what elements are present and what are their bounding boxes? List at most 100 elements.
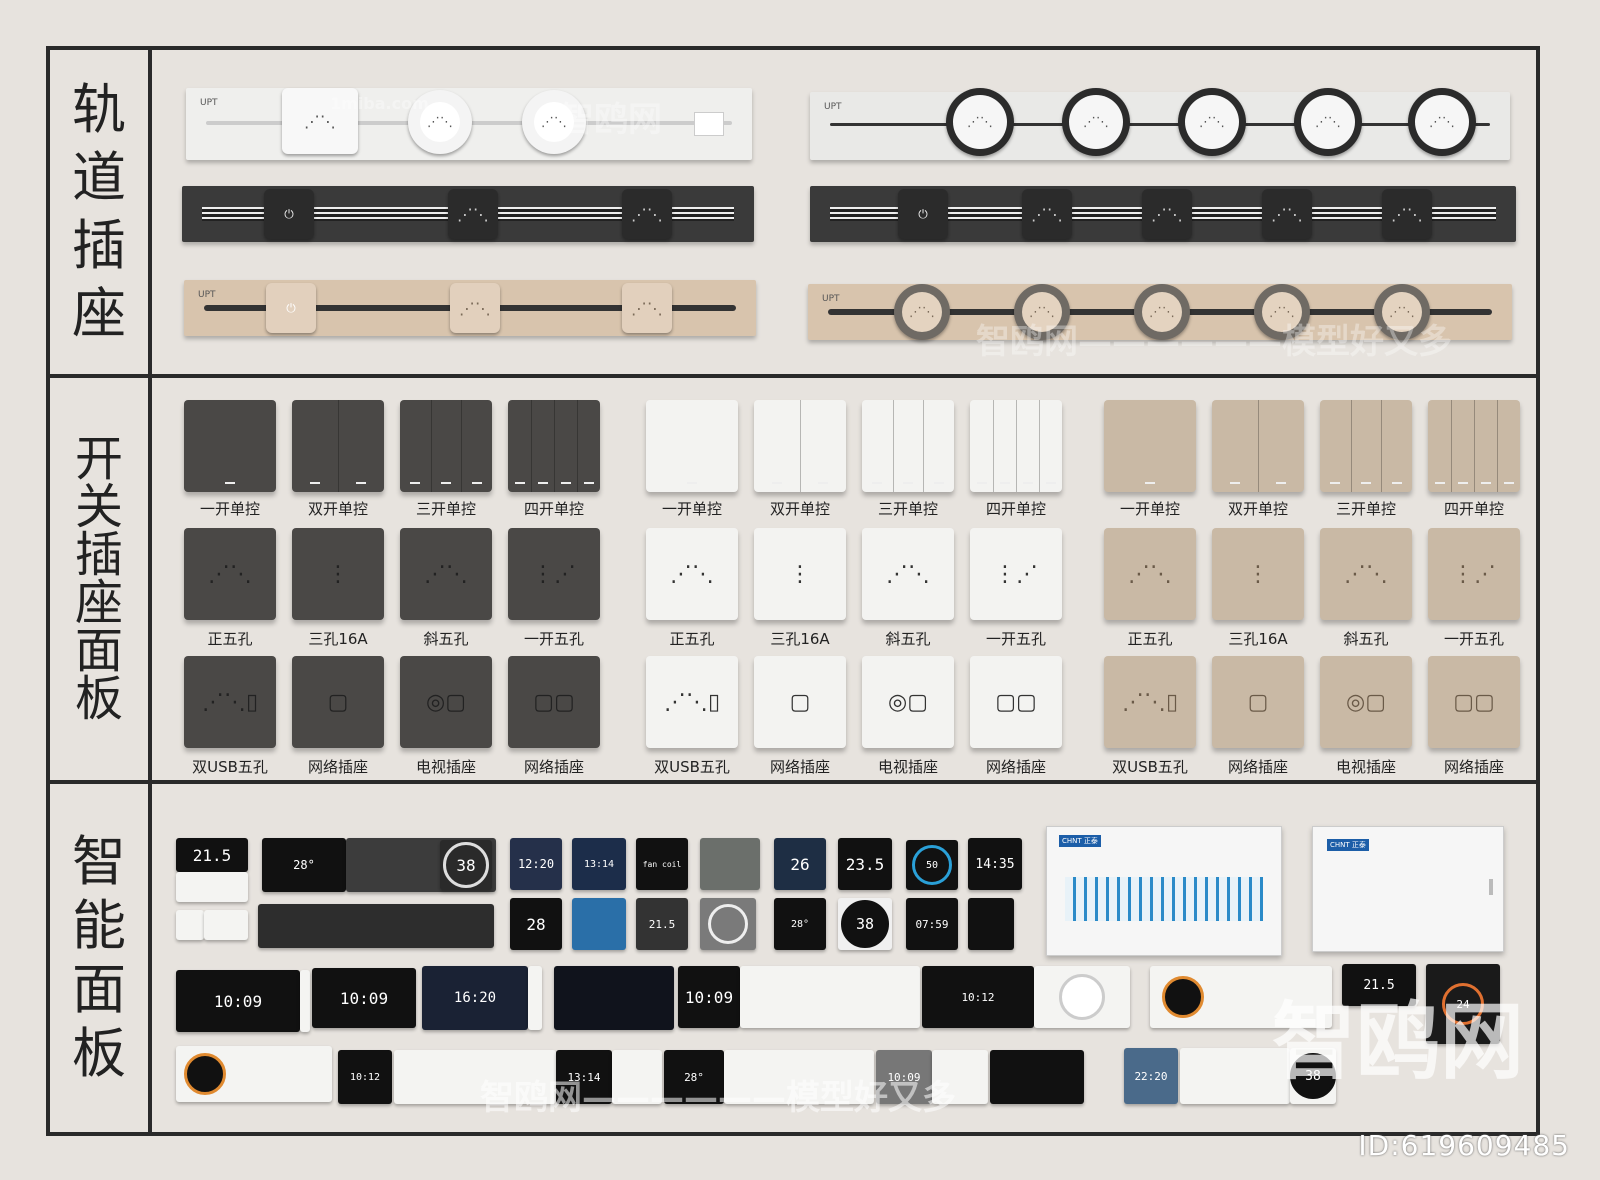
- socket-icon: ⋰⋱: [1022, 189, 1072, 239]
- panel-label: 一开单控: [1119, 500, 1180, 518]
- indicator-icon: [772, 482, 782, 484]
- socket-panel: ⋰⋱▯: [184, 656, 276, 748]
- smart-panel-screen: 28°: [664, 1050, 724, 1104]
- indicator-icon: [1045, 482, 1056, 484]
- socket-icon: ⋰⋱: [208, 561, 252, 587]
- smart-panel-screen: 28°: [262, 838, 346, 892]
- rail-dark-1: ⏻ ⋰⋱ ⋰⋱: [182, 186, 754, 242]
- panel-label: 四开单控: [1443, 500, 1504, 518]
- panel-label: 双USB五孔: [1112, 758, 1188, 776]
- smart-panel-keys: [740, 966, 920, 1028]
- indicator-icon: [441, 482, 451, 484]
- smart-panel-keys: [204, 910, 248, 940]
- title-char: 能: [72, 894, 126, 957]
- key-divider: [1258, 400, 1259, 492]
- smart-panel-screen: 26: [774, 838, 826, 890]
- smart-panel-keys: [528, 966, 542, 1030]
- panel-label: 三孔16A: [308, 630, 368, 648]
- title-char: 关: [74, 479, 123, 535]
- logo-watermark: 智鸥网: [1271, 993, 1524, 1091]
- panel-label: 双开单控: [307, 500, 368, 518]
- screen-text: 28°: [293, 858, 315, 872]
- indicator-icon: [471, 482, 482, 484]
- panel-label: 三孔16A: [770, 630, 830, 648]
- switch-panel: [1428, 400, 1520, 492]
- panel-label: 一开单控: [199, 500, 260, 518]
- socket-icon: ⋮: [1247, 561, 1269, 587]
- port-icon: ▢▢: [995, 689, 1037, 715]
- rail-white-2: UPT ⋰⋱ ⋰⋱ ⋰⋱ ⋰⋱ ⋰⋱: [810, 88, 1510, 160]
- indicator-icon: [356, 482, 366, 484]
- key-divider: [461, 400, 463, 492]
- screen-text: 10:12: [349, 1071, 381, 1083]
- panel-label: 网络插座: [1443, 758, 1504, 776]
- switch-panel: [1104, 400, 1196, 492]
- screen-text: 21.5: [648, 917, 676, 931]
- rail-beige-2: UPT ⋰⋱ ⋰⋱ ⋰⋱ ⋰⋱ ⋰⋱: [808, 284, 1512, 340]
- switch-panel: [646, 400, 738, 492]
- image-id: ID:619609485: [1358, 1129, 1570, 1162]
- indicator-icon: [410, 482, 421, 484]
- smart-panel-screen: [700, 838, 760, 890]
- indicator-icon: [560, 482, 571, 484]
- indicator-icon: [1022, 482, 1033, 484]
- screen-text: 21.5: [192, 845, 232, 865]
- title-char: 板: [72, 1022, 126, 1085]
- screen-text: 10:09: [684, 987, 734, 1007]
- indicator-icon: [818, 482, 828, 484]
- indicator-icon: [583, 482, 594, 484]
- port-icon: ⋰⋱▯: [201, 689, 259, 715]
- panel-label: 双开单控: [769, 500, 830, 518]
- screen-text: 13:14: [567, 1070, 601, 1084]
- port-icon: ▢: [1247, 689, 1269, 715]
- panel-label: 斜五孔: [885, 630, 931, 648]
- indicator-icon: [1330, 482, 1341, 484]
- socket-panel: ⋰⋱: [400, 528, 492, 620]
- key-divider: [800, 400, 801, 492]
- smart-panel-screen: 10:09: [176, 970, 300, 1032]
- smart-panel-keys: [176, 872, 248, 902]
- socket-icon: ⋰⋱: [1408, 88, 1476, 156]
- smart-panel-dial: 38: [440, 840, 492, 890]
- indicator-icon: [1361, 482, 1371, 484]
- section-title-smart: 智 能 面 板: [50, 784, 148, 1132]
- title-char: 插: [74, 527, 123, 583]
- port-icon: ▢▢: [1453, 689, 1495, 715]
- socket-panel: ▢▢: [970, 656, 1062, 748]
- switch-panel: [862, 400, 954, 492]
- indicator-icon: [514, 482, 525, 484]
- socket-icon: ⋮: [327, 561, 349, 587]
- key-divider: [1497, 400, 1498, 492]
- power-icon: ⏻: [266, 283, 316, 333]
- screen-text: 28°: [684, 1070, 704, 1084]
- port-icon: ◎▢: [1346, 689, 1386, 715]
- screen-text: 10:12: [961, 990, 995, 1004]
- title-char: 座: [74, 575, 123, 631]
- smart-panel-screen: 10:09: [678, 966, 740, 1028]
- key-divider: [923, 400, 925, 492]
- panel-label: 正五孔: [669, 630, 715, 648]
- screen-text: 50: [925, 859, 939, 871]
- smart-panel-screen: 10:09: [876, 1050, 932, 1104]
- smart-panel-screen: 22:20: [1124, 1048, 1178, 1104]
- panel-label: 网络插座: [523, 758, 584, 776]
- section-divider-1: [46, 374, 1540, 378]
- smart-panel-screen: 13:14: [556, 1050, 612, 1104]
- panel-label: 斜五孔: [423, 630, 469, 648]
- socket-icon: ⋰⋱: [1062, 88, 1130, 156]
- socket-panel: ⋰⋱▯: [646, 656, 738, 748]
- switch-panel: [292, 400, 384, 492]
- switch-panel: [754, 400, 846, 492]
- smart-panel-screen: 28: [510, 898, 562, 950]
- socket-panel: ▢: [754, 656, 846, 748]
- screen-text: 28: [526, 914, 546, 934]
- panel-label: 斜五孔: [1343, 630, 1389, 648]
- rail-dark-2: ⏻ ⋰⋱ ⋰⋱ ⋰⋱ ⋰⋱: [810, 186, 1516, 242]
- socket-panel: ⋰⋱▯: [1104, 656, 1196, 748]
- smart-panel-keys: [300, 970, 310, 1032]
- key-divider: [430, 400, 432, 492]
- socket-icon: ⋰⋱: [522, 90, 586, 154]
- panel-label: 一开五孔: [1443, 630, 1504, 648]
- power-icon: ⏻: [264, 189, 314, 239]
- smart-panel-dial: [1034, 966, 1130, 1028]
